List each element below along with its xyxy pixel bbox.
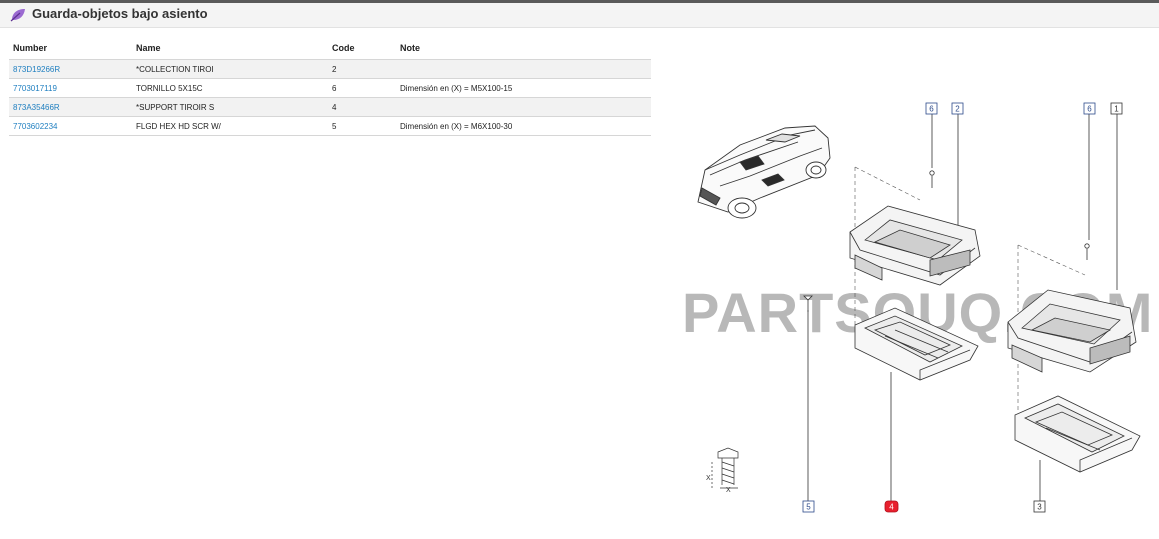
- callout-label: 4: [889, 503, 894, 512]
- drawer-part-2: [849, 205, 981, 286]
- dimension-x-label: X: [726, 487, 731, 494]
- part-note: Dimensión en (X) = M6X100-30: [396, 116, 651, 136]
- callout-code-2[interactable]: 2: [951, 102, 964, 115]
- screw-dimension-legend: X X: [706, 447, 739, 494]
- callout-code-6[interactable]: 6: [1083, 102, 1096, 115]
- callout-code-1[interactable]: 1: [1110, 102, 1123, 115]
- callout-label: 6: [1087, 105, 1092, 114]
- part-code: 4: [328, 97, 396, 117]
- part-note: [396, 59, 651, 79]
- part-number-link[interactable]: 7703017119: [13, 84, 57, 93]
- callout-code-4[interactable]: 4: [884, 500, 899, 513]
- support-tray-part-4: [854, 307, 979, 381]
- part-code: 5: [328, 116, 396, 136]
- dimension-x-label: X: [706, 475, 711, 482]
- screw-6a: [929, 170, 935, 188]
- page-title: Guarda-objetos bajo asiento: [32, 6, 208, 21]
- callout-code-3[interactable]: 3: [1033, 500, 1046, 513]
- column-header-code: Code: [328, 38, 396, 60]
- table-header-row: Number Name Code Note: [9, 38, 651, 60]
- callout-label: 5: [806, 503, 811, 512]
- part-number-link[interactable]: 873D19266R: [13, 65, 60, 74]
- part-name: FLGD HEX HD SCR W/: [132, 116, 328, 136]
- part-code: 2: [328, 59, 396, 79]
- callout-label: 1: [1114, 105, 1119, 114]
- callout-label: 3: [1037, 503, 1042, 512]
- callout-code-6[interactable]: 6: [925, 102, 938, 115]
- guide-lines: [854, 166, 1086, 410]
- table-row[interactable]: 7703602234 FLGD HEX HD SCR W/ 5 Dimensió…: [9, 116, 651, 136]
- table-row[interactable]: 7703017119 TORNILLO 5X15C 6 Dimensión en…: [9, 78, 651, 98]
- part-name: TORNILLO 5X15C: [132, 78, 328, 98]
- drawer-part-1: [1007, 289, 1137, 373]
- support-tray-part-3: [1014, 395, 1141, 473]
- callout-label: 6: [929, 105, 934, 114]
- part-number-link[interactable]: 873A35466R: [13, 103, 60, 112]
- table-row[interactable]: 873D19266R *COLLECTION TIROI 2: [9, 59, 651, 79]
- part-note: Dimensión en (X) = M5X100-15: [396, 78, 651, 98]
- leaf-icon: [10, 9, 25, 22]
- page-header: Guarda-objetos bajo asiento: [0, 3, 1159, 28]
- part-name: *COLLECTION TIROI: [132, 59, 328, 79]
- table-row[interactable]: 873A35466R *SUPPORT TIROIR S 4: [9, 97, 651, 117]
- callout-code-5[interactable]: 5: [802, 500, 815, 513]
- part-note: [396, 97, 651, 117]
- part-name: *SUPPORT TIROIR S: [132, 97, 328, 117]
- part-number-link[interactable]: 7703602234: [13, 122, 58, 131]
- screw-6b: [1084, 243, 1090, 260]
- column-header-number: Number: [9, 38, 132, 60]
- column-header-name: Name: [132, 38, 328, 60]
- column-header-note: Note: [396, 38, 651, 60]
- car-illustration: [697, 125, 831, 219]
- callout-label: 2: [955, 105, 960, 114]
- screw-5: [803, 295, 813, 312]
- parts-table: Number Name Code Note 873D19266R *COLLEC…: [9, 38, 651, 136]
- part-code: 6: [328, 78, 396, 98]
- parts-diagram: X X 6 2 6 1 5 4 3: [697, 102, 1141, 513]
